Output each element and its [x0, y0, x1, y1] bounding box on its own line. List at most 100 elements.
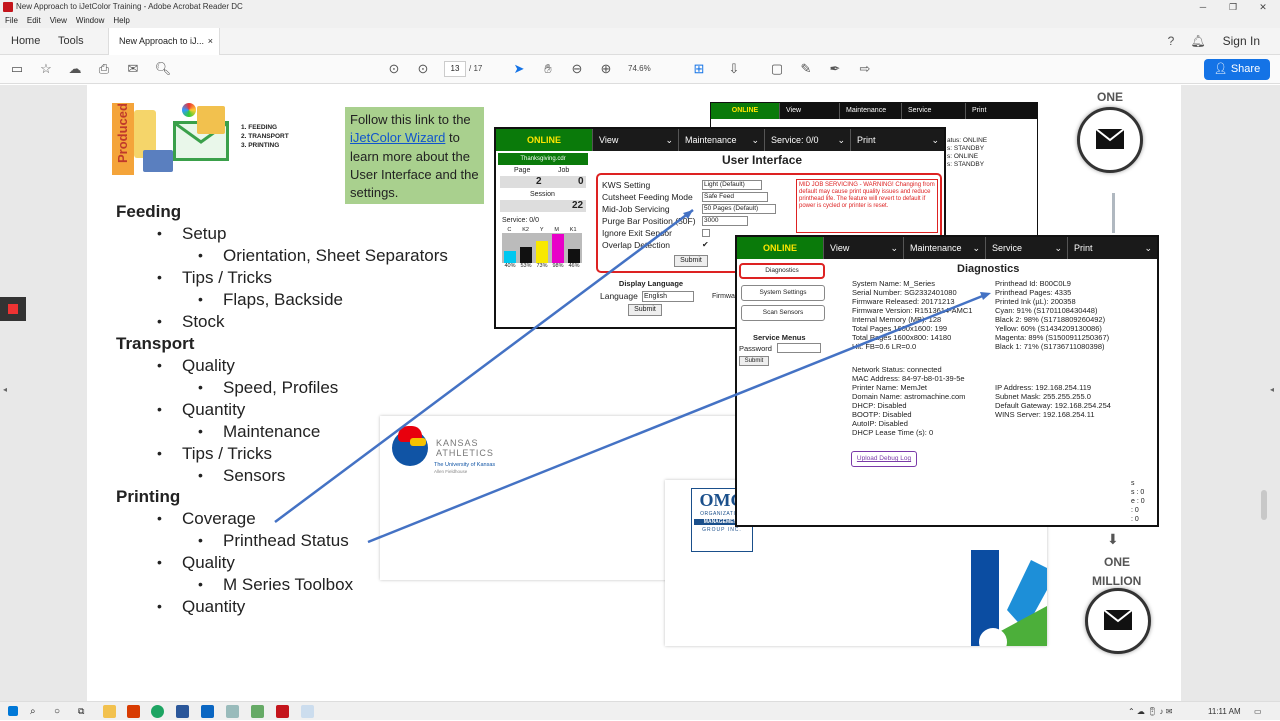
share-button[interactable]: 👤︎ Share: [1204, 59, 1270, 80]
more-tools-icon[interactable]: ⇨: [856, 60, 874, 78]
bullet: •: [157, 357, 162, 373]
bullet: •: [157, 554, 162, 570]
save-icon[interactable]: ▭: [8, 60, 26, 78]
email-icon[interactable]: ✉: [124, 60, 142, 78]
tab-home[interactable]: Home: [11, 28, 40, 55]
tab-bar: Home Tools New Approach to iJ... × ? 🔔︎ …: [0, 28, 1280, 55]
outline-subitem: Orientation, Sheet Separators: [223, 246, 448, 265]
menu-bar: File Edit View Window Help: [0, 14, 1280, 28]
window-title: New Approach to iJetColor Training - Ado…: [16, 2, 243, 11]
minimize-button[interactable]: ─: [1188, 0, 1218, 14]
bullet: •: [157, 598, 162, 614]
menu-window[interactable]: Window: [76, 16, 104, 25]
upload-cloud-icon[interactable]: ☁: [66, 60, 84, 78]
outline-item: Tips / Tricks: [182, 268, 273, 287]
app-icon[interactable]: [251, 705, 264, 718]
outline-item: Quantity: [182, 400, 246, 419]
scroll-mode-icon[interactable]: ⇩: [725, 60, 743, 78]
clock: 11:11 AM: [1208, 707, 1241, 716]
outline-item: Stock: [182, 312, 225, 331]
zoom-in-icon[interactable]: ⊕: [597, 60, 615, 78]
restore-button[interactable]: ❐: [1218, 0, 1248, 14]
help-icon[interactable]: ?: [1163, 33, 1179, 49]
fit-page-icon[interactable]: ⊞: [690, 60, 708, 78]
word-icon[interactable]: [176, 705, 189, 718]
bullet: •: [157, 510, 162, 526]
bookmark-star-icon[interactable]: ☆: [37, 60, 55, 78]
outline-subitem: Printhead Status: [223, 531, 349, 550]
tab-tools[interactable]: Tools: [58, 28, 84, 55]
cortana-icon[interactable]: ○: [54, 705, 67, 718]
bullet: •: [198, 247, 203, 263]
toolbar: ▭ ☆ ☁ ⎙ ✉ 🔍︎ ⊙ ⊙ 13 / 17 ➤ ✋︎ ⊖ ⊕ 74.6% …: [0, 55, 1280, 84]
scroll-thumb[interactable]: [1261, 490, 1267, 520]
menu-file[interactable]: File: [5, 16, 18, 25]
highlight-pen-icon[interactable]: ✎: [797, 60, 815, 78]
document-viewer: ◂ ◂ Produced 1. FEEDING 2. TRANSPORT 3. …: [0, 85, 1280, 701]
bullet: •: [198, 532, 203, 548]
bullet: •: [157, 225, 162, 241]
zoom-level-select[interactable]: 74.6%: [628, 61, 668, 77]
page-down-icon[interactable]: ⊙: [414, 60, 432, 78]
page-up-icon[interactable]: ⊙: [385, 60, 403, 78]
menu-view[interactable]: View: [50, 16, 67, 25]
title-bar: New Approach to iJetColor Training - Ado…: [0, 0, 1280, 14]
select-cursor-icon[interactable]: ➤: [510, 60, 528, 78]
outline-subitem: Maintenance: [223, 422, 321, 441]
outline-heading: Transport: [116, 334, 195, 353]
sign-icon[interactable]: ✒: [826, 60, 844, 78]
outline-heading: Feeding: [116, 202, 182, 221]
close-tab-icon[interactable]: ×: [208, 28, 213, 55]
menu-help[interactable]: Help: [113, 16, 129, 25]
share-icon: 👤︎: [1213, 63, 1231, 75]
outline-item: Tips / Tricks: [182, 444, 273, 463]
acrobat-taskbar-icon[interactable]: [276, 705, 289, 718]
powerpoint-icon[interactable]: [127, 705, 140, 718]
windows-start-icon[interactable]: [8, 706, 18, 716]
chrome-icon[interactable]: [151, 705, 164, 718]
vertical-scrollbar[interactable]: [1257, 85, 1271, 701]
hand-tool-icon[interactable]: ✋︎: [539, 60, 557, 78]
comment-icon[interactable]: ▢: [768, 60, 786, 78]
bullet: •: [198, 379, 203, 395]
page-number-input[interactable]: 13: [444, 61, 466, 77]
left-panel-arrow-icon[interactable]: ◂: [3, 385, 7, 394]
record-button[interactable]: [0, 297, 26, 321]
app-icon[interactable]: [301, 705, 314, 718]
windows-taskbar: ⌕ ○ ⧉ ⌃ ☁ 🔋︎ ♪ ✉ 11:11 AM ▭: [0, 701, 1280, 720]
bullet: •: [157, 445, 162, 461]
record-icon: [8, 304, 18, 314]
zoom-search-icon[interactable]: 🔍︎: [154, 60, 172, 78]
zoom-out-icon[interactable]: ⊖: [568, 60, 586, 78]
sign-in-button[interactable]: Sign In: [1223, 28, 1260, 55]
task-view-icon[interactable]: ⧉: [78, 705, 91, 718]
outline-item: Quality: [182, 356, 235, 375]
print-icon[interactable]: ⎙: [95, 60, 113, 78]
close-window-button[interactable]: ✕: [1248, 0, 1278, 14]
outline-item: Quantity: [182, 597, 246, 616]
outline-heading: Printing: [116, 487, 181, 506]
outline-subitem: Sensors: [223, 466, 286, 485]
search-icon[interactable]: ⌕: [30, 705, 43, 718]
notification-icon[interactable]: ▭: [1254, 702, 1262, 721]
outline-subitem: M Series Toolbox: [223, 575, 354, 594]
outline-item: Coverage: [182, 509, 256, 528]
acrobat-icon: [3, 2, 13, 12]
menu-edit[interactable]: Edit: [27, 16, 41, 25]
bullet: •: [157, 313, 162, 329]
tab-document[interactable]: New Approach to iJ... ×: [108, 28, 220, 55]
file-explorer-icon[interactable]: [103, 705, 116, 718]
outline-item: Setup: [182, 224, 227, 243]
bullet: •: [198, 576, 203, 592]
system-tray-icons[interactable]: ⌃ ☁ 🔋︎ ♪ ✉: [1128, 702, 1172, 721]
share-label: Share: [1230, 63, 1261, 75]
bell-icon[interactable]: 🔔︎: [1190, 33, 1206, 49]
bullet: •: [157, 401, 162, 417]
bullet: •: [198, 423, 203, 439]
notepad-icon[interactable]: [226, 705, 239, 718]
bullet: •: [198, 291, 203, 307]
printhead-arrow: [367, 293, 986, 544]
bullet: •: [157, 269, 162, 285]
outline-subitem: Speed, Profiles: [223, 378, 339, 397]
app-icon[interactable]: [201, 705, 214, 718]
